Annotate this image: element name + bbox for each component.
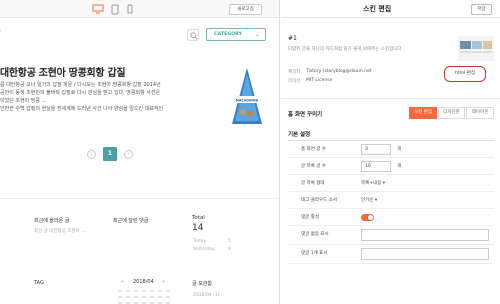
tab-skin-edit[interactable]: 스킨 편집 xyxy=(409,107,437,119)
archive-title: 글 보관함 xyxy=(192,281,212,287)
refresh-button[interactable]: 새로고침 xyxy=(229,4,262,15)
home-decor-title: 홈 화면 꾸미기 xyxy=(288,112,323,118)
tag-title: TAG xyxy=(34,280,44,286)
calendar-day-marker xyxy=(134,296,138,298)
category-label: CATEGORY xyxy=(214,32,243,37)
toggle-knob xyxy=(368,215,373,220)
skin-name: #1 xyxy=(288,35,297,42)
author-value: Tistory (storyblog@daum.net xyxy=(306,69,372,74)
calendar-day-marker xyxy=(158,296,162,298)
calendar-day-marker xyxy=(158,290,162,292)
post-excerpt-line: 공안이 동생 조현민의 불버락 갑질로 다시 관심을 받고 있다. 땅콩회항 사… xyxy=(0,90,161,96)
monitor-icon[interactable] xyxy=(92,4,104,16)
preview-pane: 새로고침 s CATEGORY ⌄ 대한항공 조현아 땅콩회항 갑질 룹 대한항… xyxy=(0,0,280,304)
settings-table: 홈 화면 글 수 3 개 글 목록 글 수 10 개 글 목록 형태 목록+내용… xyxy=(288,140,494,264)
breadcrumb: s xyxy=(0,28,1,34)
yesterday-label: Yesterday xyxy=(193,247,215,252)
calendar-day-marker xyxy=(166,290,170,292)
category-select[interactable]: CATEGORY ⌄ xyxy=(206,28,266,41)
html-edit-button[interactable]: html 편집 xyxy=(444,66,486,82)
calendar-next-button[interactable]: » xyxy=(162,279,165,285)
search-icon[interactable] xyxy=(187,29,199,41)
tab-design[interactable]: 디자인관 xyxy=(438,107,465,119)
tab-layout[interactable]: 레이아웃 xyxy=(466,107,494,119)
panel-header: 스킨 편집 저장 xyxy=(281,0,500,18)
setting-label: 글 목록 글 수 xyxy=(301,164,326,169)
setting-row-list-count: 글 목록 글 수 10 개 xyxy=(288,158,494,175)
archive-item[interactable]: 2018/04 (1) xyxy=(193,293,220,298)
calendar-day-marker xyxy=(150,296,154,298)
skin-edit-panel: 스킨 편집 저장 #1 다람쥐 글을 하나의 카드처럼 읽기 좋게 보여주는 스… xyxy=(281,0,500,304)
skin-thumbnail xyxy=(458,36,494,61)
next-page-button[interactable]: › xyxy=(124,150,133,159)
one-comment-text-input[interactable] xyxy=(361,248,489,260)
calendar-day-marker xyxy=(134,290,138,292)
save-button[interactable]: 저장 xyxy=(471,4,492,15)
calendar-prev-button[interactable]: « xyxy=(121,279,124,285)
setting-label: 댓글 1개 표시 xyxy=(301,251,328,256)
calendar-day-marker xyxy=(150,290,154,292)
setting-row-tag-order: 태그 클라우드 소서 인기순 ▾ xyxy=(288,192,494,209)
calendar-day-marker xyxy=(126,290,130,292)
setting-label: 홈 화면 글 수 xyxy=(301,147,326,152)
total-label: Total xyxy=(192,215,205,221)
divider xyxy=(281,98,500,99)
recent-posts-title: 최근에 올라온 글 xyxy=(34,218,70,224)
recent-comments-title: 최근에 달린 댓글 xyxy=(113,218,149,224)
basic-settings-title: 기본 설정 xyxy=(288,132,311,138)
post-excerpt-line: 룹 대한항공 오너 일가의 갑질 파문 / 다시보는 조현아 땅콩회항 갑질 2… xyxy=(0,82,161,88)
setting-row-one-comment: 댓글 1개 표시 xyxy=(288,245,494,264)
calendar-day-marker xyxy=(126,296,130,298)
prev-page-button[interactable]: ‹ xyxy=(87,150,96,159)
calendar-day-marker xyxy=(118,296,122,298)
today-value: 5 xyxy=(228,239,231,244)
comment-toggle[interactable] xyxy=(361,214,374,221)
post-title[interactable]: 대한항공 조현아 땅콩회항 갑질 xyxy=(0,64,126,79)
license-value: MIT License xyxy=(306,78,333,83)
calendar-day-marker xyxy=(166,296,170,298)
calendar-day-marker xyxy=(142,290,146,292)
unit-label: 개 xyxy=(397,164,402,169)
author-label: 제작자 xyxy=(288,70,301,75)
recent-post-item[interactable]: 최신 글 대한항공 조현아 ... xyxy=(34,228,85,234)
calendar-day-marker xyxy=(118,290,122,292)
tablet-icon[interactable] xyxy=(111,4,119,17)
setting-label: 댓글 활성 xyxy=(301,215,319,220)
setting-row-list-type: 글 목록 형태 목록+내용 ▾ xyxy=(288,175,494,192)
license-label: 라이선 xyxy=(288,79,301,84)
blog-footer: 최근에 올라온 글 최신 글 대한항공 조현아 ... 최근에 달린 댓글 To… xyxy=(0,198,279,304)
setting-row-comment-enable: 댓글 활성 xyxy=(288,209,494,226)
thumb-label: MACADAMIA xyxy=(236,98,259,102)
yesterday-value: 9 xyxy=(228,247,231,252)
tag-order-select[interactable]: 인기순 ▾ xyxy=(361,197,377,203)
setting-label: 댓글 없음 표시 xyxy=(301,232,329,237)
total-value: 14 xyxy=(192,223,204,233)
calendar-month: 2018/04 xyxy=(133,279,154,285)
post-excerpt-line: 인한한 수백 갑질의 현실을 전세계에 드러낸 사건 나아 양심을 일으킨 대표… xyxy=(0,106,164,112)
unit-label: 개 xyxy=(397,147,402,152)
today-label: Today xyxy=(193,239,207,244)
setting-label: 글 목록 형태 xyxy=(301,181,325,186)
current-page[interactable]: 1 xyxy=(103,147,117,161)
device-toolbar: 새로고침 xyxy=(0,0,279,18)
mobile-icon[interactable] xyxy=(127,4,133,16)
post-excerpt-line: 이었던 조현아 땅콩 ... xyxy=(0,98,47,104)
panel-title: 스킨 편집 xyxy=(363,5,392,13)
list-type-select[interactable]: 목록+내용 ▾ xyxy=(361,180,385,186)
home-post-count-input[interactable]: 3 xyxy=(361,144,391,155)
calendar-day-marker xyxy=(142,296,146,298)
no-comment-text-input[interactable] xyxy=(361,229,489,241)
post-thumbnail[interactable]: MACADAMIA xyxy=(231,66,263,126)
skin-description: 다람쥐 글을 하나의 카드처럼 읽기 좋게 보여주는 스킨입니다. xyxy=(288,47,403,52)
chevron-down-icon: ⌄ xyxy=(254,31,260,38)
setting-row-home-count: 홈 화면 글 수 3 개 xyxy=(288,141,494,158)
list-post-count-input[interactable]: 10 xyxy=(361,161,391,172)
setting-label: 태그 클라우드 소서 xyxy=(301,198,337,203)
setting-row-no-comment: 댓글 없음 표시 xyxy=(288,226,494,245)
